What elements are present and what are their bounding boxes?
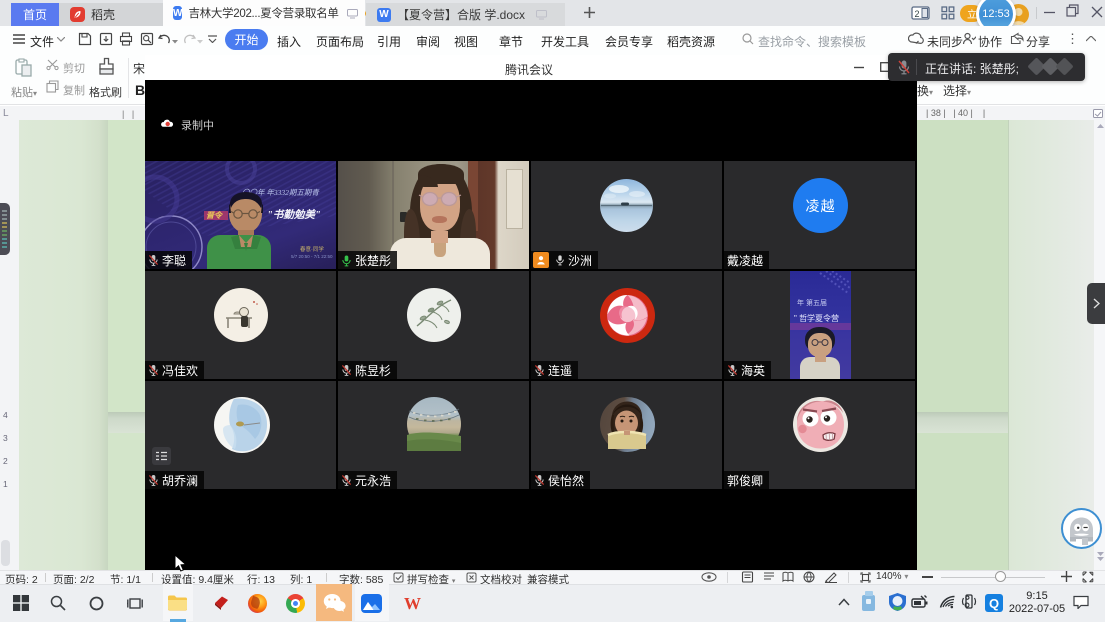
svg-text:" 哲学夏令营: " 哲学夏令营 [794, 313, 839, 323]
svg-text:"书勤勉美": "书勤勉美" [267, 208, 321, 221]
svg-text:年 第五届: 年 第五届 [797, 298, 827, 307]
svg-text:春意·同学: 春意·同学 [300, 245, 324, 253]
svg-text:晋令: 晋令 [206, 211, 224, 220]
svg-text:2: 2 [914, 9, 919, 19]
svg-text:5/7 20:50 - 7/1 22:50: 5/7 20:50 - 7/1 22:50 [291, 254, 333, 259]
